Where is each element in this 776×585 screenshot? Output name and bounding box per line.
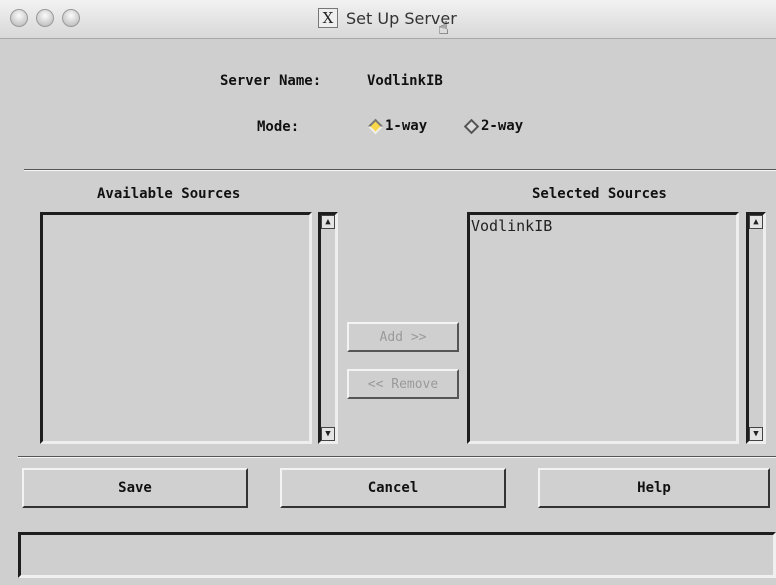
mode-2-way-label: 2-way xyxy=(481,118,524,134)
hand-cursor-icon: ☝ xyxy=(438,18,449,39)
title-bar[interactable]: X Set Up Server ☝ xyxy=(0,0,776,39)
scroll-down-arrow-icon[interactable]: ▼ xyxy=(321,427,335,441)
set-up-server-window: X Set Up Server ☝ Server Name: VodlinkIB… xyxy=(0,0,776,585)
selected-sources-scrollbar[interactable]: ▲ ▼ xyxy=(746,212,766,444)
scroll-up-arrow-icon[interactable]: ▲ xyxy=(321,215,335,229)
window-title: X Set Up Server xyxy=(318,8,457,28)
help-button[interactable]: Help xyxy=(538,468,770,508)
radio-selected-icon xyxy=(367,118,384,134)
add-button[interactable]: Add >> xyxy=(347,322,459,352)
minimize-window-button[interactable] xyxy=(36,9,54,27)
available-sources-header: Available Sources xyxy=(97,186,241,202)
available-sources-list[interactable] xyxy=(40,212,312,444)
separator xyxy=(24,169,776,171)
status-message-area xyxy=(18,532,776,578)
zoom-window-button[interactable] xyxy=(62,9,80,27)
cancel-button[interactable]: Cancel xyxy=(280,468,506,508)
x-window-icon: X xyxy=(318,8,338,28)
remove-button[interactable]: << Remove xyxy=(347,369,459,399)
radio-unselected-icon xyxy=(463,118,480,134)
mode-label: Mode: xyxy=(257,119,300,135)
close-window-button[interactable] xyxy=(10,9,28,27)
server-name-value: VodlinkIB xyxy=(367,73,443,89)
scroll-up-arrow-icon[interactable]: ▲ xyxy=(749,215,763,229)
available-sources-scrollbar[interactable]: ▲ ▼ xyxy=(318,212,338,444)
scroll-down-arrow-icon[interactable]: ▼ xyxy=(749,427,763,441)
mode-2-way-radio[interactable]: 2-way xyxy=(463,118,524,134)
separator xyxy=(18,456,776,458)
list-item[interactable]: VodlinkIB xyxy=(470,215,736,237)
selected-sources-header: Selected Sources xyxy=(532,186,667,202)
mode-1-way-radio[interactable]: 1-way xyxy=(367,118,428,134)
server-name-label: Server Name: xyxy=(220,73,322,89)
selected-sources-list[interactable]: VodlinkIB xyxy=(467,212,739,444)
save-button[interactable]: Save xyxy=(22,468,248,508)
mode-1-way-label: 1-way xyxy=(385,118,428,134)
